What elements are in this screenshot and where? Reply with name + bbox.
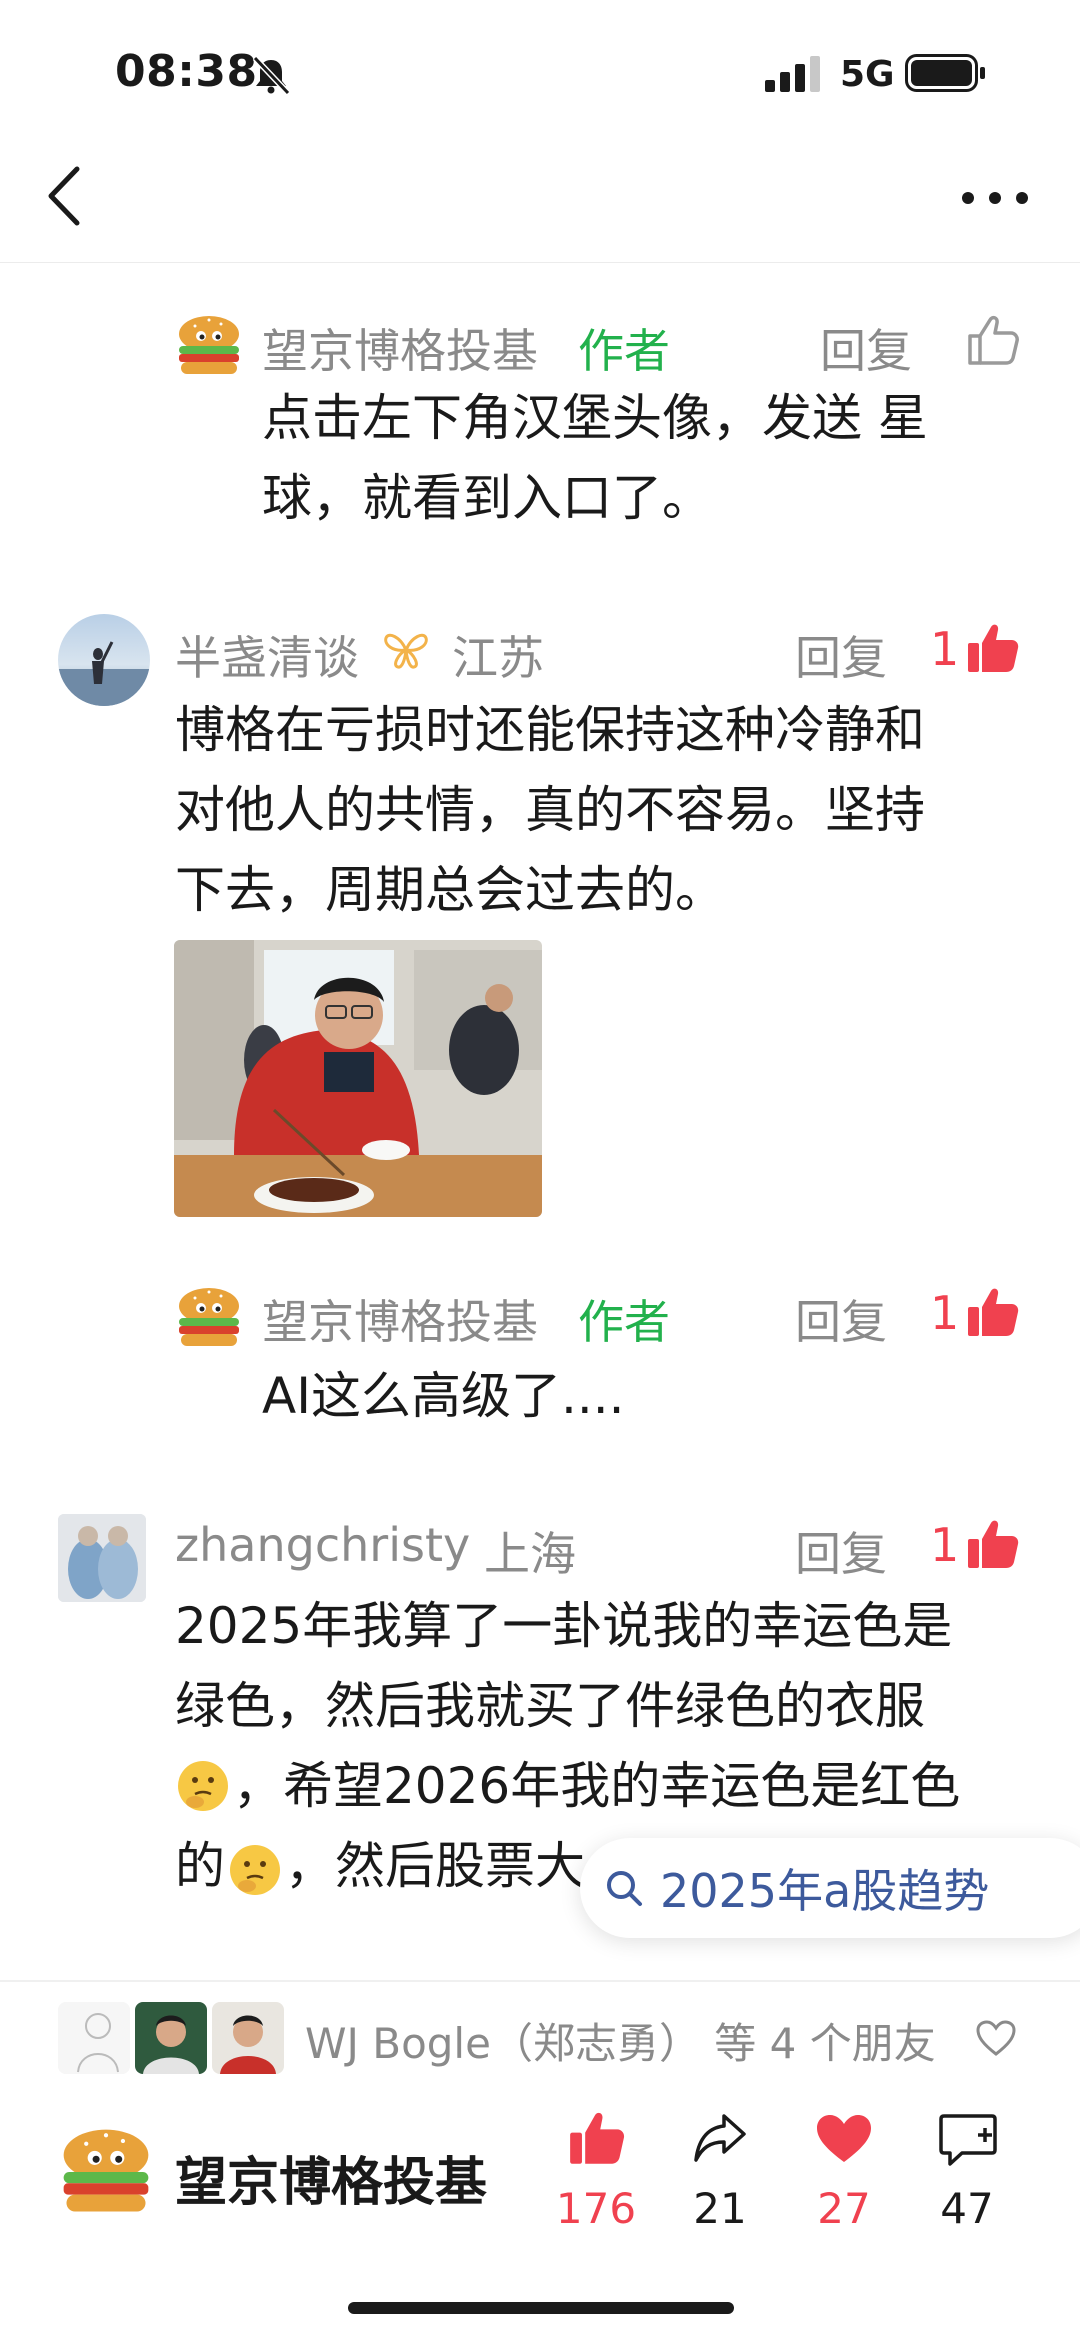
comment-line: 2025年我算了一卦说我的幸运色是 (175, 1597, 953, 1655)
cellular-signal-icon (765, 56, 820, 92)
thinking-emoji-icon (178, 1761, 228, 1811)
more-options-icon[interactable] (960, 190, 1030, 206)
reply-button[interactable]: 回复 (795, 1286, 887, 1352)
friend-avatar-photo-icon (135, 2002, 207, 2074)
comment-line-text: ，希望2026年我的幸运色是红色 (233, 1757, 961, 1815)
avatar-figure-icon (58, 641, 150, 706)
avatar[interactable] (58, 614, 150, 706)
nav-divider (0, 262, 1080, 263)
comment-line: 点击左下角汉堡头像，发送 星 (262, 389, 928, 447)
comment-line: 对他人的共情，真的不容易。坚持 (175, 781, 925, 839)
bell-muted-icon (252, 55, 291, 95)
comment-username[interactable]: 望京博格投基 (262, 1286, 538, 1352)
network-type: 5G (840, 54, 895, 95)
friend-avatar[interactable] (58, 2002, 130, 2074)
like-count: 1 (930, 622, 960, 676)
friend-avatar-sketch-icon (58, 2002, 130, 2074)
search-icon (607, 1871, 642, 1906)
like-count: 176 (555, 2184, 637, 2233)
reply-button[interactable]: 回复 (820, 315, 912, 381)
thumbs-up-outline-icon[interactable] (966, 314, 1020, 366)
thinking-emoji-icon (230, 1844, 280, 1895)
comment-line-text: ，然后股票大 (285, 1837, 585, 1895)
avatar[interactable] (175, 1284, 243, 1352)
heart-icon[interactable] (815, 2114, 873, 2164)
comment-count: 47 (940, 2184, 994, 2233)
blogger-name[interactable]: 望京博格投基 (175, 2140, 487, 2215)
search-chip-text: 2025年a股趋势 (660, 1864, 990, 1918)
liked-by-friends-text[interactable]: WJ Bogle（郑志勇） 等 4 个朋友 (305, 2010, 936, 2071)
friend-avatar-photo-icon (212, 2002, 284, 2074)
avatar-photo-icon (58, 1514, 146, 1602)
home-indicator (348, 2302, 734, 2314)
back-arrow-icon[interactable] (45, 165, 85, 227)
friend-avatar[interactable] (212, 2002, 284, 2074)
comment-icon[interactable] (938, 2112, 998, 2168)
share-icon[interactable] (692, 2112, 748, 2164)
comment-text: 点击左下角汉堡头像，发送 星 球，就看到入口了。 (262, 378, 1042, 538)
photo-image (174, 940, 542, 1217)
share-count: 21 (693, 2184, 747, 2233)
comment-username[interactable]: zhangchristy (175, 1518, 470, 1572)
comment-line: ，希望2026年我的幸运色是红色 (175, 1746, 1055, 1826)
comment-last-line-text: 的 ，然后股票大 (175, 1826, 585, 1906)
comment-photo[interactable] (174, 940, 542, 1217)
thumbs-up-filled-icon[interactable] (966, 1518, 1020, 1570)
like-count: 1 (930, 1518, 960, 1572)
thumbs-up-filled-icon[interactable] (966, 1286, 1020, 1338)
comment-region: 上海 (484, 1527, 576, 1581)
avatar[interactable] (58, 1514, 146, 1602)
comment-last-line: 的 ，然后股票大 (175, 1826, 595, 1906)
comment-line: 下去，周期总会过去的。 (175, 861, 725, 919)
author-badge: 作者 (578, 324, 670, 378)
reply-button[interactable]: 回复 (795, 622, 887, 688)
comment-username[interactable]: 望京博格投基 (262, 315, 538, 381)
search-suggestion-chip[interactable]: 2025年a股趋势 (580, 1838, 1080, 1938)
thumbs-up-filled-icon[interactable] (966, 622, 1020, 674)
comment-line: 球，就看到入口了。 (262, 469, 712, 527)
comment-region: 江苏 (452, 631, 544, 685)
blogger-avatar[interactable] (58, 2124, 154, 2220)
comment-line: 绿色，然后我就买了件绿色的衣服 (175, 1677, 925, 1735)
favorite-count: 27 (817, 2184, 871, 2233)
comment-text: 博格在亏损时还能保持这种冷静和 对他人的共情，真的不容易。坚持 下去，周期总会过… (175, 690, 1055, 930)
avatar[interactable] (175, 312, 243, 380)
comment-line-text: 的 (175, 1837, 225, 1895)
comment-username[interactable]: 半盏清谈 (175, 622, 359, 688)
heart-outline-icon[interactable] (975, 2019, 1017, 2057)
friend-avatar[interactable] (135, 2002, 207, 2074)
battery-icon (905, 54, 985, 92)
like-count: 1 (930, 1286, 960, 1340)
comment-line: AI这么高级了.... (262, 1367, 625, 1425)
reply-button[interactable]: 回复 (795, 1518, 887, 1584)
section-divider (0, 1980, 1080, 1982)
thumbs-up-icon[interactable] (568, 2110, 626, 2166)
butterfly-badge-icon (384, 633, 428, 669)
author-badge: 作者 (578, 1295, 670, 1349)
status-time: 08:38 (115, 46, 258, 97)
comment-line: 博格在亏损时还能保持这种冷静和 (175, 701, 925, 759)
comment-text: AI这么高级了.... (262, 1356, 1042, 1436)
